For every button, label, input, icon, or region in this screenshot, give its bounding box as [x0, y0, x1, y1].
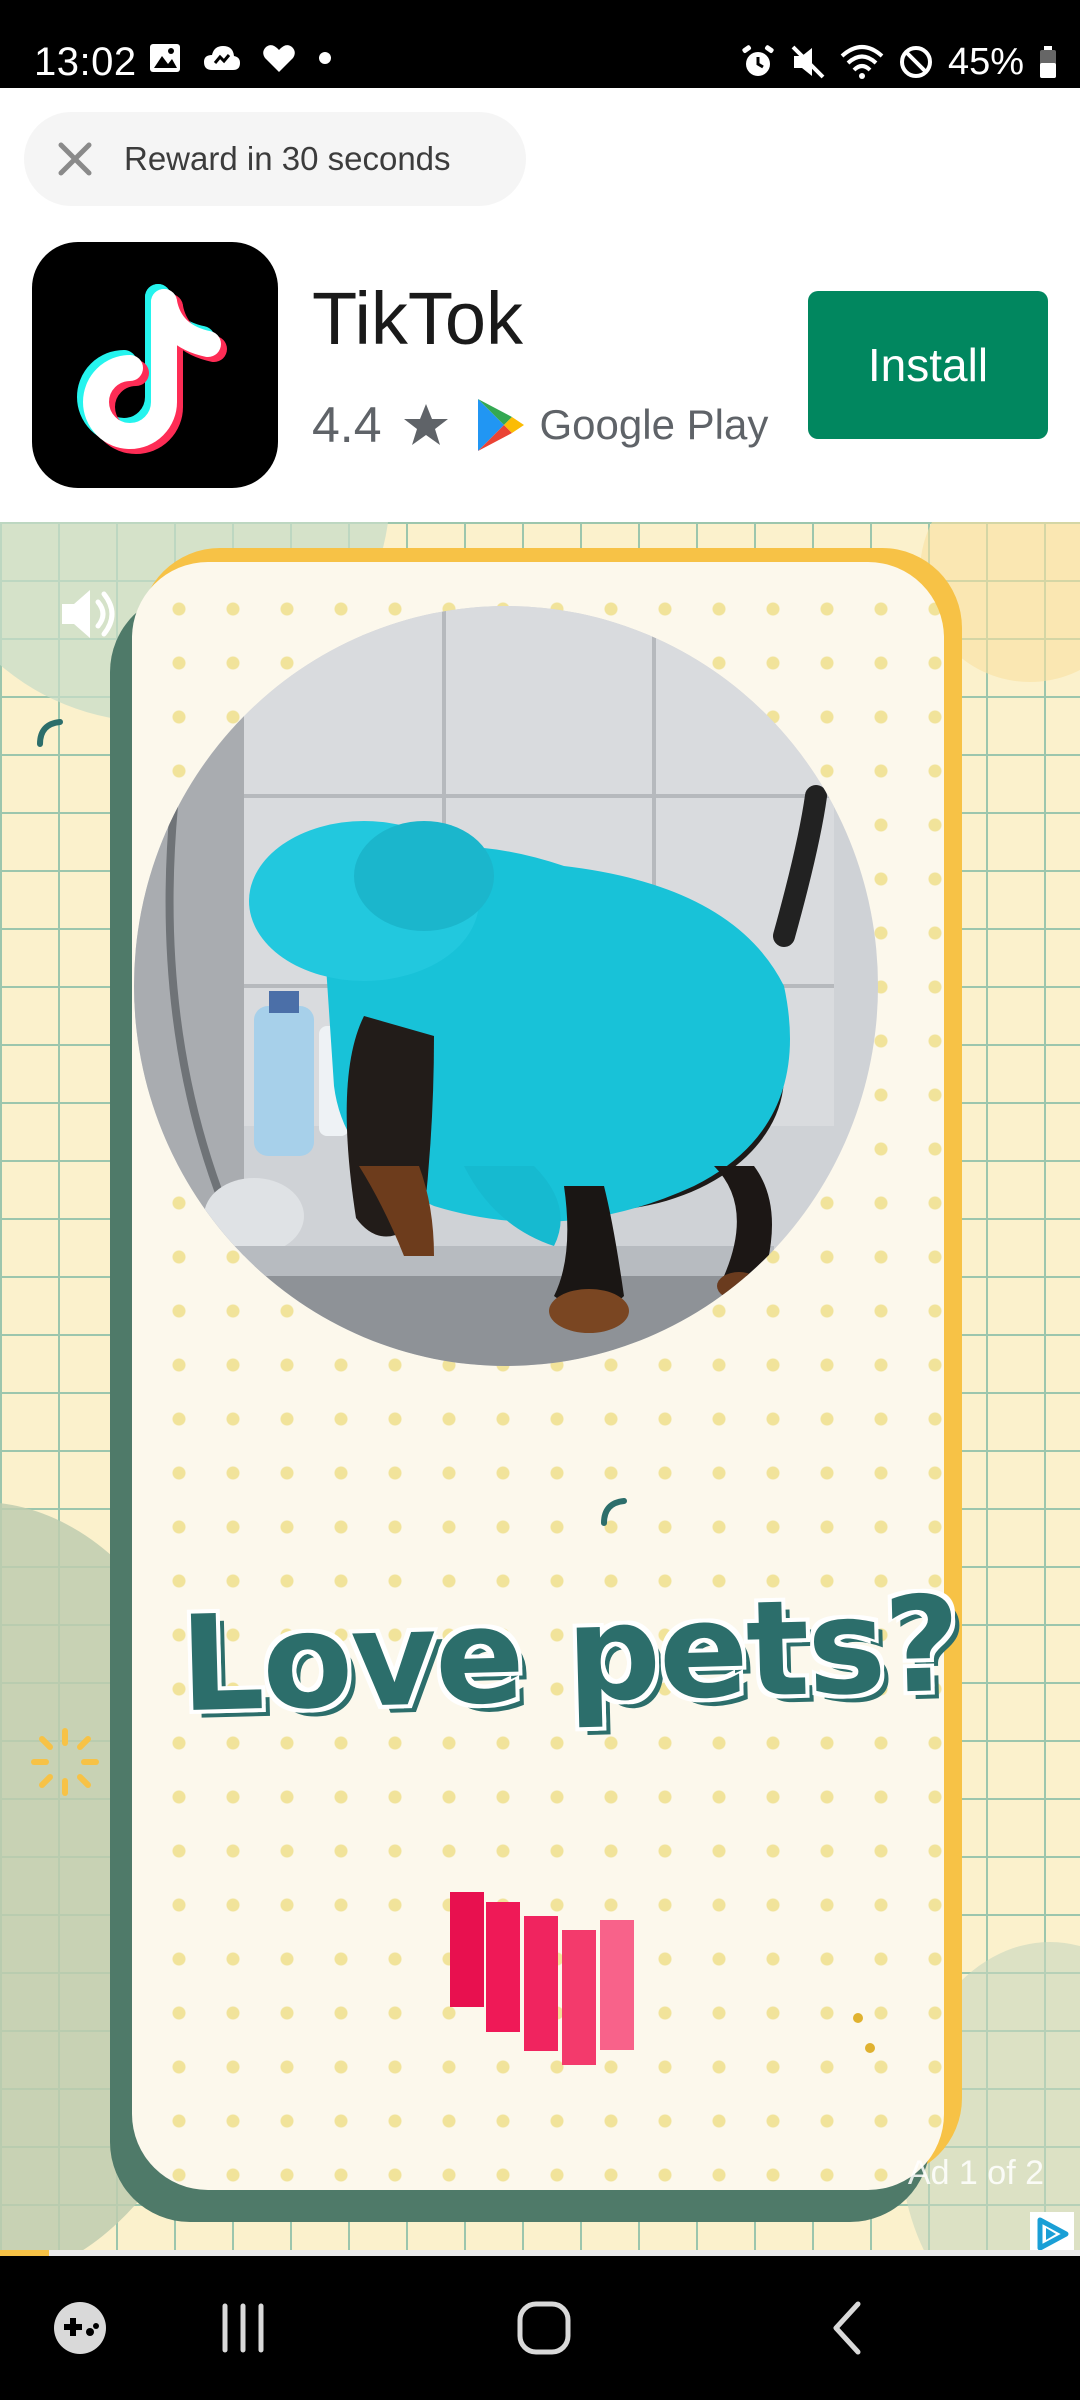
dot-icon	[319, 52, 331, 64]
close-button[interactable]	[30, 112, 120, 206]
status-system-icons: 45%	[740, 40, 1058, 84]
mute-icon	[791, 45, 825, 79]
sparkle-icon	[31, 1728, 99, 1796]
google-play-icon	[477, 399, 524, 451]
game-launcher-icon	[54, 2302, 106, 2354]
reward-countdown: Reward in 30 seconds	[24, 112, 526, 206]
tiktok-app-icon[interactable]	[32, 242, 278, 488]
store-name: Google Play	[539, 401, 769, 448]
close-icon	[58, 142, 92, 176]
dog-photo	[134, 606, 878, 1366]
bars-graphic	[450, 1892, 634, 2065]
back-button[interactable]	[788, 2256, 908, 2400]
star-icon	[403, 404, 448, 445]
ad-header: Reward in 30 seconds TikTok 4.4 Google P…	[0, 88, 1080, 522]
decorative-curl	[37, 719, 63, 747]
rating-value: 4.4	[312, 397, 382, 453]
ad-counter: Ad 1 of 2	[907, 2154, 1044, 2192]
alarm-icon	[742, 45, 774, 76]
rating-row: 4.4 Google Play	[312, 390, 768, 460]
status-time: 13:02	[34, 40, 137, 84]
sound-toggle-button[interactable]	[56, 582, 120, 651]
back-icon	[833, 2301, 861, 2355]
speaker-icon	[62, 590, 115, 638]
do-not-disturb-icon	[899, 46, 932, 78]
app-name[interactable]: TikTok	[312, 274, 523, 364]
wifi-icon	[840, 45, 884, 79]
status-bar: 13:02 45%	[0, 0, 1080, 88]
adchoices-icon	[1030, 2212, 1074, 2252]
decorative-dots	[853, 2013, 875, 2053]
battery-percent: 45%	[947, 41, 1024, 83]
decorative-curl	[601, 1498, 627, 1526]
battery-icon	[1040, 46, 1056, 78]
home-icon	[517, 2301, 571, 2355]
navigation-bar	[0, 2256, 1080, 2400]
install-button[interactable]: Install	[808, 291, 1048, 439]
cloud-icon	[204, 46, 240, 70]
dog-in-robe-illustration	[134, 606, 878, 1366]
image-icon	[150, 44, 180, 72]
home-button[interactable]	[484, 2256, 604, 2400]
status-notification-icons	[148, 42, 334, 74]
recent-apps-icon	[222, 2303, 264, 2353]
reward-text: Reward in 30 seconds	[124, 140, 451, 177]
game-launcher-button[interactable]	[20, 2256, 140, 2400]
recent-apps-button[interactable]	[183, 2256, 303, 2400]
heart-icon	[263, 45, 295, 72]
creative-headline: Love pets?	[178, 1567, 961, 1743]
ad-creative[interactable]: Love pets? Ad 1 of 2	[0, 522, 1080, 2252]
adchoices-button[interactable]	[1030, 2212, 1074, 2252]
tiktok-logo-icon	[77, 284, 227, 454]
